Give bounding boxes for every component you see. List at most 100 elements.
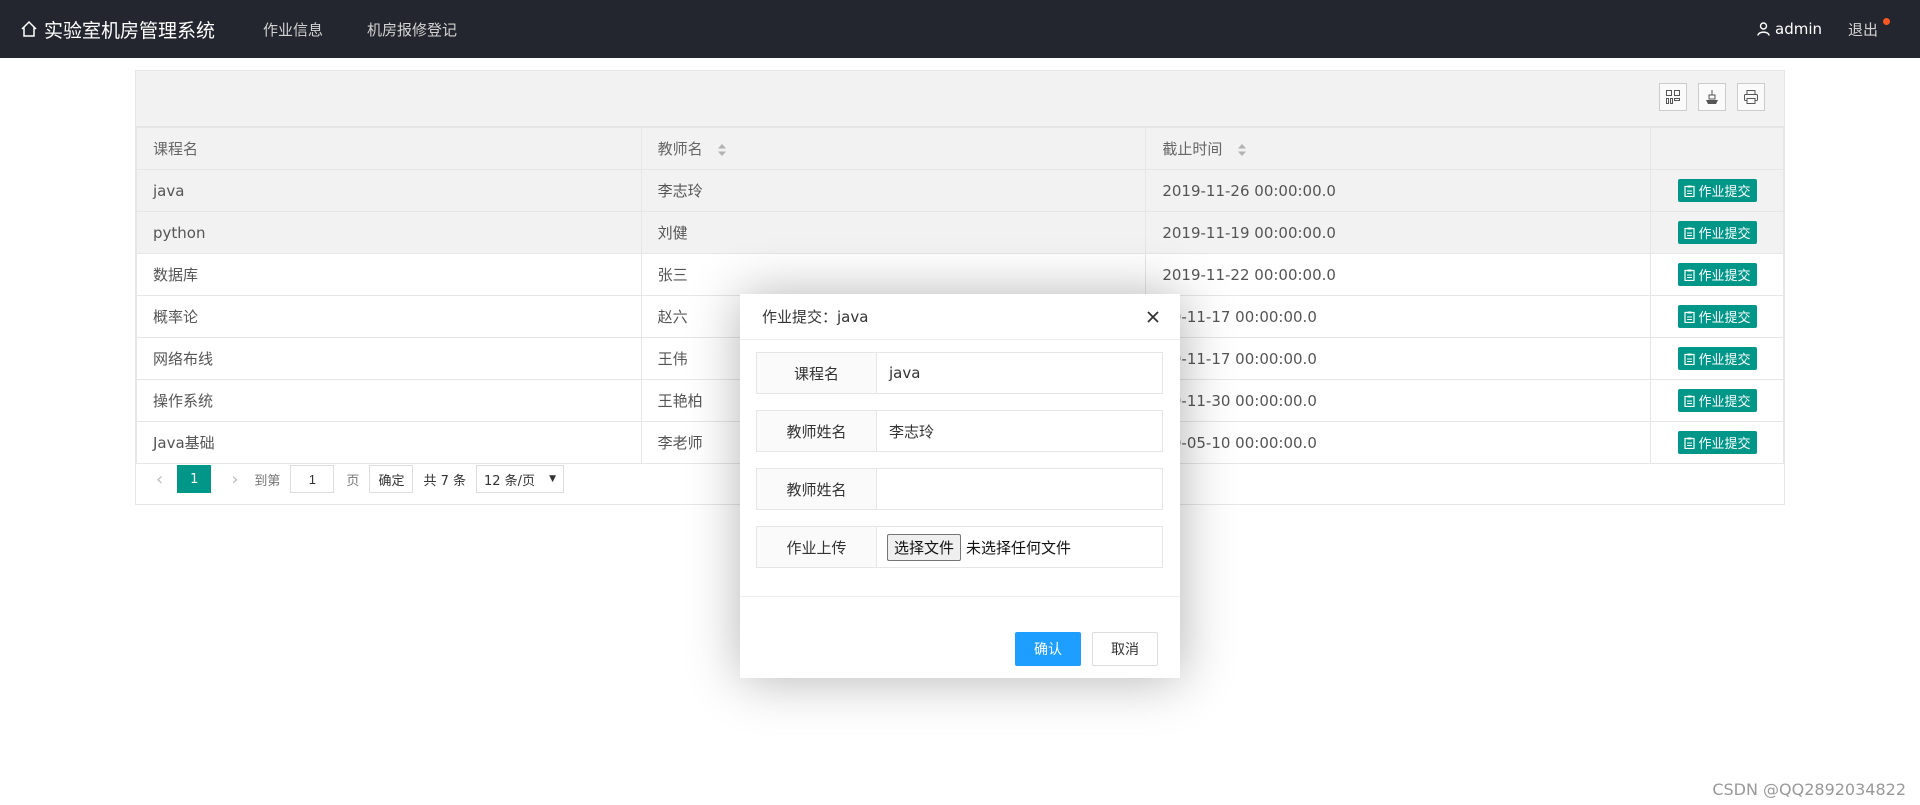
teacher-field[interactable]: 李志玲 [877, 411, 1162, 451]
course-field-row: 课程名 java [756, 352, 1163, 394]
teacher-field-label: 教师姓名 [757, 411, 877, 451]
submit-homework-label: 作业提交 [1698, 227, 1751, 242]
columns-icon [1666, 90, 1680, 104]
close-icon[interactable] [1144, 308, 1162, 326]
col-teacher-label: 教师名 [657, 140, 703, 158]
sort-icon[interactable] [717, 143, 727, 157]
goto-confirm-button[interactable]: 确定 [369, 465, 414, 493]
export-icon [1706, 90, 1718, 104]
upload-field-row: 作业上传 选择文件 未选择任何文件 [756, 526, 1163, 568]
watermark: CSDN @QQ2892034822 [1712, 780, 1906, 799]
teacher-field-2[interactable] [877, 469, 1162, 509]
submit-homework-button[interactable]: 作业提交 [1677, 221, 1757, 244]
logout-link[interactable]: 退出 [1848, 0, 1878, 58]
submit-homework-label: 作业提交 [1698, 269, 1751, 284]
col-teacher[interactable]: 教师名 [640, 127, 1147, 170]
app-title: 实验室机房管理系统 [44, 19, 216, 42]
clipboard-icon [1683, 311, 1695, 323]
file-status: 未选择任何文件 [966, 538, 1072, 557]
next-page-icon[interactable]: › [231, 469, 238, 490]
teacher-field-2-label: 教师姓名 [757, 469, 877, 509]
confirm-button[interactable]: 确认 [1015, 632, 1081, 666]
nav-repair-register[interactable]: 机房报修登记 [367, 19, 457, 40]
page-unit-label: 页 [346, 473, 360, 489]
table-row[interactable]: java 李志玲 2019-11-26 00:00:00.0 作业提交 [136, 169, 1784, 212]
cell-actions: 作业提交 [1650, 295, 1784, 338]
cell-actions: 作业提交 [1650, 379, 1784, 422]
submit-homework-button[interactable]: 作业提交 [1677, 305, 1757, 328]
dialog-title: 作业提交：java [762, 308, 869, 326]
cancel-button[interactable]: 取消 [1092, 632, 1158, 666]
cell-deadline: 19-11-30 00:00:00.0 [1145, 379, 1652, 422]
cell-deadline: 2019-11-26 00:00:00.0 [1145, 169, 1652, 212]
cell-actions: 作业提交 [1650, 253, 1784, 296]
upload-field: 选择文件 未选择任何文件 [877, 527, 1162, 567]
cell-course: python [136, 211, 642, 254]
app-logo[interactable]: 实验室机房管理系统 [20, 0, 215, 58]
nav-homework-info[interactable]: 作业信息 [263, 19, 323, 40]
submit-homework-label: 作业提交 [1698, 437, 1751, 452]
course-field[interactable]: java [877, 353, 1162, 393]
cell-teacher: 刘健 [640, 211, 1147, 254]
column-filter-button[interactable] [1659, 83, 1687, 111]
submit-homework-button[interactable]: 作业提交 [1677, 389, 1757, 412]
submit-homework-button[interactable]: 作业提交 [1677, 347, 1757, 370]
clipboard-icon [1683, 269, 1695, 281]
submit-homework-label: 作业提交 [1698, 311, 1751, 326]
cell-actions: 作业提交 [1650, 211, 1784, 254]
col-deadline[interactable]: 截止时间 [1145, 127, 1652, 170]
cell-course: 数据库 [136, 253, 642, 296]
teacher-field-row: 教师姓名 李志玲 [756, 410, 1163, 452]
print-icon [1744, 90, 1758, 104]
table-row[interactable]: python 刘健 2019-11-19 00:00:00.0 作业提交 [136, 211, 1784, 254]
submit-homework-label: 作业提交 [1698, 185, 1751, 200]
page-size-select[interactable]: 12 条/页 ▼ [476, 465, 564, 493]
submit-homework-label: 作业提交 [1698, 353, 1751, 368]
clipboard-icon [1683, 437, 1695, 449]
user-icon [1757, 22, 1770, 36]
table-row[interactable]: 数据库 张三 2019-11-22 00:00:00.0 作业提交 [136, 253, 1784, 296]
cell-actions: 作业提交 [1650, 337, 1784, 380]
submit-homework-dialog: 作业提交：java 课程名 java 教师姓名 李志玲 教师姓名 作业上传 选择… [740, 294, 1180, 678]
submit-homework-label: 作业提交 [1698, 395, 1751, 410]
choose-file-button[interactable]: 选择文件 [887, 533, 962, 561]
page-size-value: 12 条/页 [484, 473, 536, 489]
clipboard-icon [1683, 227, 1695, 239]
print-button[interactable] [1737, 83, 1765, 111]
cell-teacher: 张三 [640, 253, 1147, 296]
cell-course: 网络布线 [136, 337, 642, 380]
submit-homework-button[interactable]: 作业提交 [1677, 179, 1757, 202]
username: admin [1775, 20, 1822, 38]
cell-course: 概率论 [136, 295, 642, 338]
cell-deadline: 2019-11-19 00:00:00.0 [1145, 211, 1652, 254]
col-course: 课程名 [136, 127, 642, 170]
cell-teacher: 李志玲 [640, 169, 1147, 212]
clipboard-icon [1683, 185, 1695, 197]
export-button[interactable] [1698, 83, 1726, 111]
goto-page-input[interactable] [290, 465, 335, 493]
dialog-divider [740, 596, 1180, 597]
table-header-row: 课程名 教师名 截止时间 [136, 127, 1784, 170]
page-1-button[interactable]: 1 [177, 465, 212, 493]
clipboard-icon [1683, 395, 1695, 407]
teacher-field-2-row: 教师姓名 [756, 468, 1163, 510]
cell-course: java [136, 169, 642, 212]
dropdown-arrow-icon: ▼ [549, 474, 556, 484]
cell-actions: 作业提交 [1650, 169, 1784, 212]
cell-deadline: 19-11-17 00:00:00.0 [1145, 295, 1652, 338]
cell-deadline: 19-11-17 00:00:00.0 [1145, 337, 1652, 380]
user-menu[interactable]: admin [1757, 0, 1822, 58]
clipboard-icon [1683, 353, 1695, 365]
col-course-label: 课程名 [153, 140, 199, 158]
table-toolbar [136, 71, 1784, 127]
submit-homework-button[interactable]: 作业提交 [1677, 431, 1757, 454]
submit-homework-button[interactable]: 作业提交 [1677, 263, 1757, 286]
cell-course: 操作系统 [136, 379, 642, 422]
top-navbar: 实验室机房管理系统 作业信息 机房报修登记 admin 退出 [0, 0, 1920, 58]
prev-page-icon[interactable]: ‹ [156, 469, 163, 490]
total-count: 共 7 条 [423, 473, 466, 489]
goto-label: 到第 [254, 473, 281, 489]
main-nav: 作业信息 机房报修登记 [263, 0, 501, 58]
sort-icon[interactable] [1237, 143, 1247, 157]
home-icon [21, 20, 37, 37]
